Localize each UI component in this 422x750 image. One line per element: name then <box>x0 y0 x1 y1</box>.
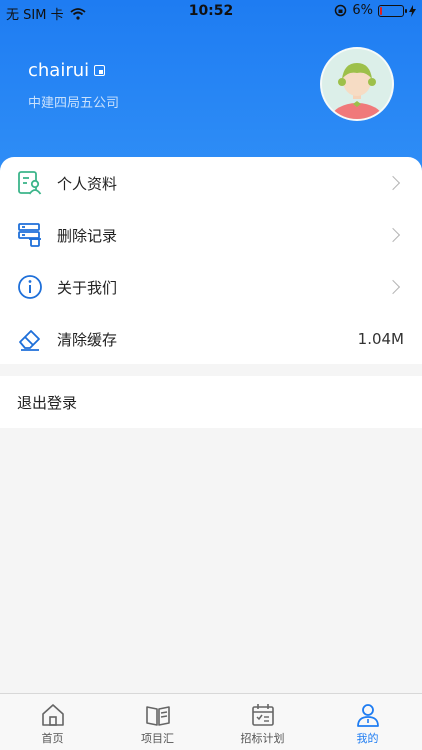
menu-item-clear-cache[interactable]: 清除缓存 1.04M <box>0 313 422 365</box>
tab-label: 项目汇 <box>141 732 174 745</box>
tab-label: 我的 <box>356 732 379 745</box>
username: chairui <box>28 60 90 81</box>
menu-label: 删除记录 <box>57 226 118 245</box>
charging-icon <box>409 4 416 17</box>
menu-card: 个人资料 删除记录 关于我们 清除缓存 1.04M <box>0 157 422 364</box>
logout-button[interactable]: 退出登录 <box>0 376 422 428</box>
profile-doc-icon <box>16 169 44 197</box>
eraser-icon <box>16 325 44 353</box>
chevron-right-icon <box>385 279 401 295</box>
calendar-icon <box>251 704 274 726</box>
menu-item-profile[interactable]: 个人资料 <box>0 157 422 209</box>
tab-projects[interactable]: 项目汇 <box>105 694 210 750</box>
menu-label: 关于我们 <box>57 278 118 297</box>
info-icon <box>16 273 44 301</box>
battery-percent: 6% <box>352 3 373 18</box>
chevron-right-icon <box>385 227 401 243</box>
delete-record-icon <box>16 221 44 249</box>
menu-item-delete-record[interactable]: 删除记录 <box>0 209 422 261</box>
tab-label: 招标计划 <box>240 732 285 745</box>
tab-mine[interactable]: 我的 <box>315 694 420 750</box>
menu-label: 个人资料 <box>57 174 118 193</box>
person-icon <box>356 704 379 727</box>
profile-header: 无 SIM 卡 10:52 6% chairui 中建四局五公司 <box>0 0 422 175</box>
orientation-lock-icon <box>335 4 347 17</box>
cache-size: 1.04M <box>357 330 404 348</box>
tab-bar: 首页 项目汇 招标计划 我的 <box>0 693 422 750</box>
user-name-row[interactable]: chairui <box>28 60 106 81</box>
chevron-right-icon <box>385 175 401 191</box>
logout-label: 退出登录 <box>17 393 78 412</box>
status-right: 6% <box>334 3 416 18</box>
book-icon <box>145 706 170 726</box>
tab-bid-plan[interactable]: 招标计划 <box>210 694 315 750</box>
menu-label: 清除缓存 <box>57 330 118 349</box>
edit-icon[interactable] <box>94 65 106 76</box>
tab-home[interactable]: 首页 <box>0 694 105 750</box>
battery-icon <box>378 4 407 17</box>
home-icon <box>41 704 64 726</box>
company-name: 中建四局五公司 <box>28 96 120 111</box>
avatar[interactable] <box>320 47 394 121</box>
tab-label: 首页 <box>41 732 64 745</box>
avatar-image <box>322 49 392 119</box>
menu-item-about[interactable]: 关于我们 <box>0 261 422 313</box>
status-bar: 无 SIM 卡 10:52 6% <box>0 0 422 24</box>
